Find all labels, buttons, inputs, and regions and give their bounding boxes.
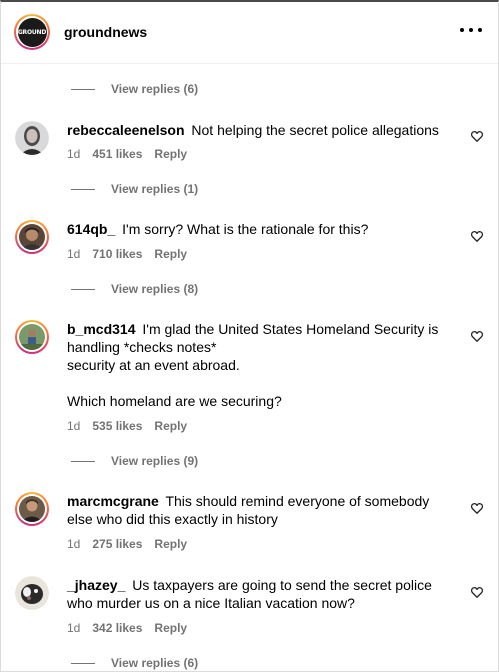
comment-time: 1d <box>67 537 81 551</box>
post-header: GROUND groundnews <box>1 2 498 64</box>
view-replies-button[interactable]: View replies (9) <box>71 452 198 470</box>
heart-outline-icon[interactable] <box>470 329 484 343</box>
heart-outline-icon[interactable] <box>470 129 484 143</box>
heart-outline-icon[interactable] <box>470 585 484 599</box>
avatar[interactable] <box>15 576 49 610</box>
avatar[interactable] <box>15 320 49 354</box>
heart-outline-icon[interactable] <box>470 229 484 243</box>
account-username[interactable]: groundnews <box>64 24 147 40</box>
avatar[interactable] <box>15 492 49 526</box>
comment-username[interactable]: _jhazey_ <box>67 577 125 593</box>
view-replies-button[interactable]: View replies (8) <box>71 280 198 298</box>
comment-time: 1d <box>67 621 81 635</box>
view-replies-button[interactable]: View replies (6) <box>71 654 198 671</box>
comment-time: 1d <box>67 147 81 161</box>
reply-button[interactable]: Reply <box>154 147 187 161</box>
comment-likes[interactable]: 275 likes <box>92 537 142 551</box>
heart-outline-icon[interactable] <box>470 501 484 515</box>
comment-meta: 1d 275 likes Reply <box>67 537 187 551</box>
view-replies-button[interactable]: View replies (6) <box>71 80 198 98</box>
comment-likes[interactable]: 535 likes <box>92 419 142 433</box>
comment-meta: 1d 451 likes Reply <box>67 147 187 161</box>
comment-time: 1d <box>67 419 81 433</box>
comment-username[interactable]: rebeccaleenelson <box>67 122 185 138</box>
reply-button[interactable]: Reply <box>154 247 187 261</box>
comment-time: 1d <box>67 247 81 261</box>
avatar[interactable] <box>15 220 49 254</box>
avatar[interactable] <box>15 121 49 155</box>
comment-likes[interactable]: 342 likes <box>92 621 142 635</box>
comment-meta: 1d 535 likes Reply <box>67 419 187 433</box>
view-replies-button[interactable]: View replies (1) <box>71 180 198 198</box>
reply-button[interactable]: Reply <box>154 621 187 635</box>
reply-button[interactable]: Reply <box>154 419 187 433</box>
ground-news-logo: GROUND <box>17 17 47 47</box>
account-avatar[interactable]: GROUND <box>14 14 50 50</box>
reply-button[interactable]: Reply <box>154 537 187 551</box>
comment-text: Not helping the secret police allegation… <box>191 122 439 138</box>
comment-username[interactable]: b_mcd314 <box>67 321 135 337</box>
comment-meta: 1d 710 likes Reply <box>67 247 187 261</box>
comments-panel: GROUND groundnews View replies (6) rebec… <box>0 0 499 672</box>
comment-likes[interactable]: 710 likes <box>92 247 142 261</box>
comment-text: I'm sorry? What is the rationale for thi… <box>122 221 369 237</box>
more-options-icon[interactable] <box>460 22 482 38</box>
comment-likes[interactable]: 451 likes <box>92 147 142 161</box>
comment-meta: 1d 342 likes Reply <box>67 621 187 635</box>
comment-username[interactable]: marcmcgrane <box>67 493 159 509</box>
comment-username[interactable]: 614qb_ <box>67 221 115 237</box>
